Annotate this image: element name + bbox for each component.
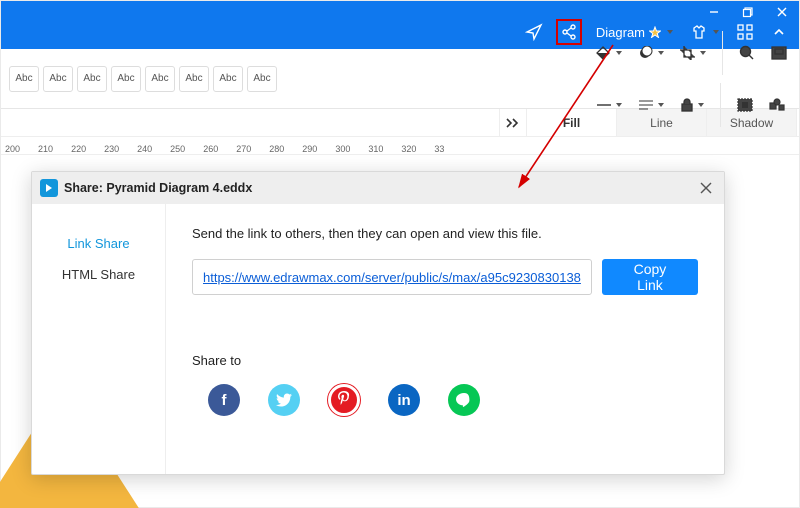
text-preset[interactable]: Abc <box>9 66 39 92</box>
text-preset[interactable]: Abc <box>179 66 209 92</box>
share-dialog-title-bar: Share: Pyramid Diagram 4.eddx <box>32 172 724 204</box>
fit-page-tool[interactable] <box>771 46 787 60</box>
share-network-icons: f in <box>192 384 698 416</box>
app-logo-icon <box>40 179 58 197</box>
text-preset[interactable]: Abc <box>213 66 243 92</box>
sidebar-item-link-share[interactable]: Link Share <box>32 228 165 259</box>
text-tool[interactable] <box>638 98 664 112</box>
share-sidebar: Link Share HTML Share <box>32 204 166 474</box>
text-preset[interactable]: Abc <box>77 66 107 92</box>
share-dialog: Share: Pyramid Diagram 4.eddx Link Share… <box>31 171 725 475</box>
copy-link-button[interactable]: Copy Link <box>602 259 698 295</box>
select-area-tool[interactable] <box>737 98 753 112</box>
group-tool[interactable] <box>769 98 785 112</box>
line-tool[interactable] <box>596 102 622 108</box>
sidebar-item-html-share[interactable]: HTML Share <box>32 259 165 290</box>
toolbar: Abc Abc Abc Abc Abc Abc Abc Abc <box>1 49 799 109</box>
close-button[interactable] <box>696 178 716 198</box>
text-preset[interactable]: Abc <box>145 66 175 92</box>
fill-tool[interactable] <box>596 46 622 60</box>
text-preset[interactable]: Abc <box>43 66 73 92</box>
zoom-in-tool[interactable] <box>739 45 755 61</box>
twitter-icon[interactable] <box>268 384 300 416</box>
lock-tool[interactable] <box>680 98 704 112</box>
collapse-panel-button[interactable] <box>499 109 527 136</box>
linkedin-icon[interactable]: in <box>388 384 420 416</box>
share-button-highlighted[interactable] <box>556 19 582 45</box>
send-icon[interactable] <box>522 20 546 44</box>
pinterest-icon[interactable] <box>328 384 360 416</box>
text-preset[interactable]: Abc <box>111 66 141 92</box>
share-main-panel: Send the link to others, then they can o… <box>166 204 724 474</box>
share-link-text[interactable]: https://www.edrawmax.com/server/public/s… <box>203 270 581 285</box>
line-icon[interactable] <box>448 384 480 416</box>
share-hint-text: Send the link to others, then they can o… <box>192 226 698 241</box>
facebook-icon[interactable]: f <box>208 384 240 416</box>
horizontal-ruler: 2002102202302402502602702802903003103203… <box>1 137 799 155</box>
text-preset[interactable]: Abc <box>247 66 277 92</box>
crop-tool[interactable] <box>680 46 706 60</box>
text-style-presets: Abc Abc Abc Abc Abc Abc Abc Abc <box>9 66 277 92</box>
share-dialog-title: Share: Pyramid Diagram 4.eddx <box>64 181 252 195</box>
share-to-label: Share to <box>192 353 698 368</box>
shadow-tool[interactable] <box>638 46 664 60</box>
share-link-field[interactable]: https://www.edrawmax.com/server/public/s… <box>192 259 592 295</box>
